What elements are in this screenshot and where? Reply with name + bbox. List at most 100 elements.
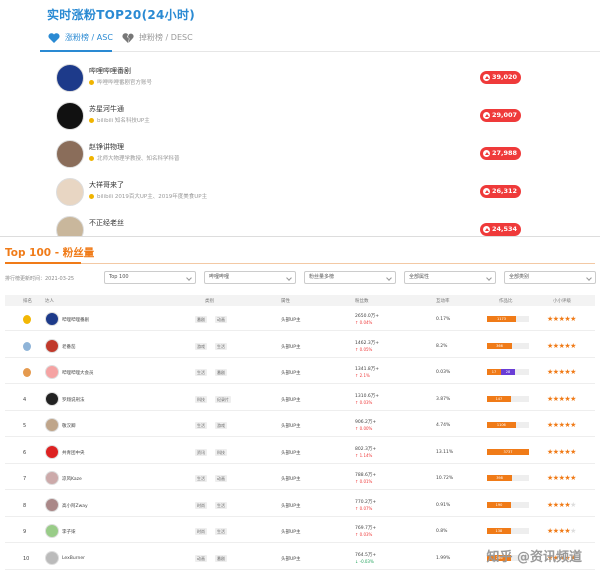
col-rating[interactable]: 小小评级 [553,298,571,304]
select-platform[interactable]: 哔哩哔哩 [204,271,296,284]
category-tag: 资讯 [195,448,207,456]
table-row[interactable]: 6 共青团中央 资讯 科技 头部UP主 802.3万+ ↑ 1.14% 13.11% 3737 ★… [5,442,595,464]
col-creator[interactable]: 达人 [45,298,54,304]
creator-name[interactable]: 罗翔说刑法 [62,397,85,403]
category-tag: 番剧 [215,554,227,562]
item-name: 赵铮讲物理 [89,143,124,151]
star-icon: ★ [570,527,576,535]
avatar[interactable] [45,497,59,512]
tab-fans-up[interactable]: 涨粉榜 / ASC [48,32,113,43]
list-item[interactable]: 大祥哥来了 bilibili 2019百大UP主、2019年度美食UP主 26,… [40,178,530,214]
creator-level: 头部UP主 [281,503,301,509]
item-desc: 哔哩哔哩番剧官方账号 [89,78,152,86]
list-item[interactable]: 哔哩哔哩番剧 哔哩哔哩番剧官方账号 39,020 [40,64,530,100]
creator-name[interactable]: 老番茄 [62,344,76,350]
item-desc-text: bilibili 2019百大UP主、2019年度美食UP主 [97,194,208,200]
verified-icon [89,193,94,199]
table-row[interactable]: 5 敬汉卿 生活 游戏 头部UP主 906.2万+ ↑ 0.00% 4.74% 1106 ★★★★… [5,415,595,437]
works-ratio-bar: 398 [487,475,529,481]
avatar[interactable] [45,365,59,379]
creator-name[interactable]: 哔哩哔哩大会员 [62,370,94,376]
creator-name[interactable]: LexBurner [62,556,85,561]
fans-gain-badge: 29,007 [480,109,522,122]
col-rank[interactable]: 排名 [23,298,32,304]
avatar [56,102,84,130]
table-row[interactable]: 7 凉风Kaze 生活 动画 头部UP主 788.6万+ ↑ 0.01% 10.72% 398 ★… [5,468,595,490]
avatar[interactable] [45,312,59,326]
rank-number: 9 [23,529,27,535]
works-ratio-fill: 190 [487,501,512,508]
category-tag: 时尚 [195,501,207,509]
item-desc-text: 北师大物理学教授、知名科学科普 [97,156,180,162]
badge-value: 26,312 [492,187,518,195]
col-interaction-rate[interactable]: 互动率 [436,298,450,304]
item-desc: bilibili 知名科技UP主 [89,116,150,124]
list-item[interactable]: 苏星河牛通 bilibili 知名科技UP主 29,007 [40,102,530,138]
avatar[interactable] [45,391,59,406]
fans-gain-badge: 27,988 [480,147,522,160]
creator-name[interactable]: 李子柒 [62,529,76,535]
interaction-rate: 0.03% [436,370,451,375]
avatar[interactable] [45,524,59,538]
avatar[interactable] [45,550,59,565]
fans-delta: ↑ 1.14% [355,452,373,458]
col-fans[interactable]: 粉丝数 [355,298,369,304]
creator-name[interactable]: 共青团中央 [62,450,85,456]
list-item[interactable]: 不正经老丝 24,534 [40,216,530,236]
title-divider [5,263,595,264]
creator-level: 头部UP主 [281,556,301,562]
fans-value: 1341.8万+ [355,367,380,372]
table-row[interactable]: 哔哩哔哩大会员 生活 番剧 头部UP主 1341.8万+ ↑ 2.1% 0.03% 17 28 ★… [5,362,595,384]
rating-stars: ★★★★★ [547,527,576,535]
table-row[interactable]: 老番茄 游戏 生活 头部UP主 1462.3万+ ↑ 0.05% 8.2% 366 ★★★★★ [5,336,595,358]
fans-delta: ↑ 0.05% [355,346,373,352]
heart-icon [48,32,60,43]
category-tag: 番剧 [215,369,227,376]
rating-stars: ★★★★★ [547,315,576,323]
select-top-n[interactable]: Top 100 [104,271,196,284]
item-name: 苏星河牛通 [89,105,124,113]
works-ratio-fill: 147 [487,395,511,402]
table-row[interactable]: 哔哩哔哩番剧 番剧 动画 头部UP主 2650.0万+ ↑ 0.04% 0.17% 1173 ★… [5,309,595,331]
interaction-rate: 3.87% [436,396,451,402]
works-ratio-bar: 3737 [487,448,529,455]
avatar[interactable] [45,444,59,459]
creator-name[interactable]: 凉风Kaze [62,476,82,482]
rank-number: 7 [23,476,27,482]
creator-name[interactable]: 哔哩哔哩番剧 [62,317,89,323]
rank-number: 6 [23,449,27,456]
star-icon: ★ [570,447,576,456]
top20-panel: 实时涨粉TOP20(24小时) 涨粉榜 / ASC 掉粉榜 / DESC 哔哩哔… [0,0,600,236]
avatar[interactable] [45,418,59,432]
item-desc: 北师大物理学教授、知名科学科普 [89,154,180,162]
col-works-ratio[interactable]: 作品比 [499,298,513,304]
category-tag: 番剧 [195,316,207,323]
avatar[interactable] [45,471,59,485]
table-row[interactable]: 4 罗翔说刑法 科技 纪录片 头部UP主 1310.6万+ ↑ 0.03% 3.87% 147 ★… [5,389,595,411]
fans-gain-badge: 24,534 [480,223,522,236]
fans-delta: ↓ -0.03% [355,558,374,564]
interaction-rate: 1.99% [436,555,451,561]
arrow-up-icon [483,74,490,81]
works-ratio-bar: 190 [487,501,529,508]
creator-name[interactable]: 敬汉卿 [62,423,76,429]
fans-count: 802.3万+ ↑ 1.14% [355,446,376,458]
rating-stars: ★★★★★ [547,501,576,509]
select-rank-type[interactable]: 粉丝量多榜 [304,271,396,284]
fans-delta: ↑ 0.00% [355,426,373,431]
select-category[interactable]: 全部类别 [504,271,596,284]
col-attribute[interactable]: 属性 [281,298,290,304]
arrow-up-icon [483,188,490,195]
creator-name[interactable]: 高小阿Zway [62,503,88,509]
fans-value: 1310.6万+ [355,393,380,399]
rating-stars: ★★★★★ [547,342,576,350]
col-category[interactable]: 类别 [205,298,214,304]
table-row[interactable]: 9 李子柒 时尚 生活 头部UP主 769.7万+ ↑ 0.03% 0.8% 138 ★★★★★ [5,521,595,543]
avatar[interactable] [45,338,59,353]
list-item[interactable]: 赵铮讲物理 北师大物理学教授、知名科学科普 27,988 [40,140,530,176]
select-attribute[interactable]: 全部属性 [404,271,496,284]
table-row[interactable]: 8 高小阿Zway 时尚 生活 头部UP主 770.2万+ ↑ 0.07% 0.91% 190 ★… [5,495,595,517]
tab-fans-down[interactable]: 掉粉榜 / DESC [122,32,193,43]
item-name: 哔哩哔哩番剧 [89,67,131,75]
interaction-rate: 13.11% [436,449,454,455]
